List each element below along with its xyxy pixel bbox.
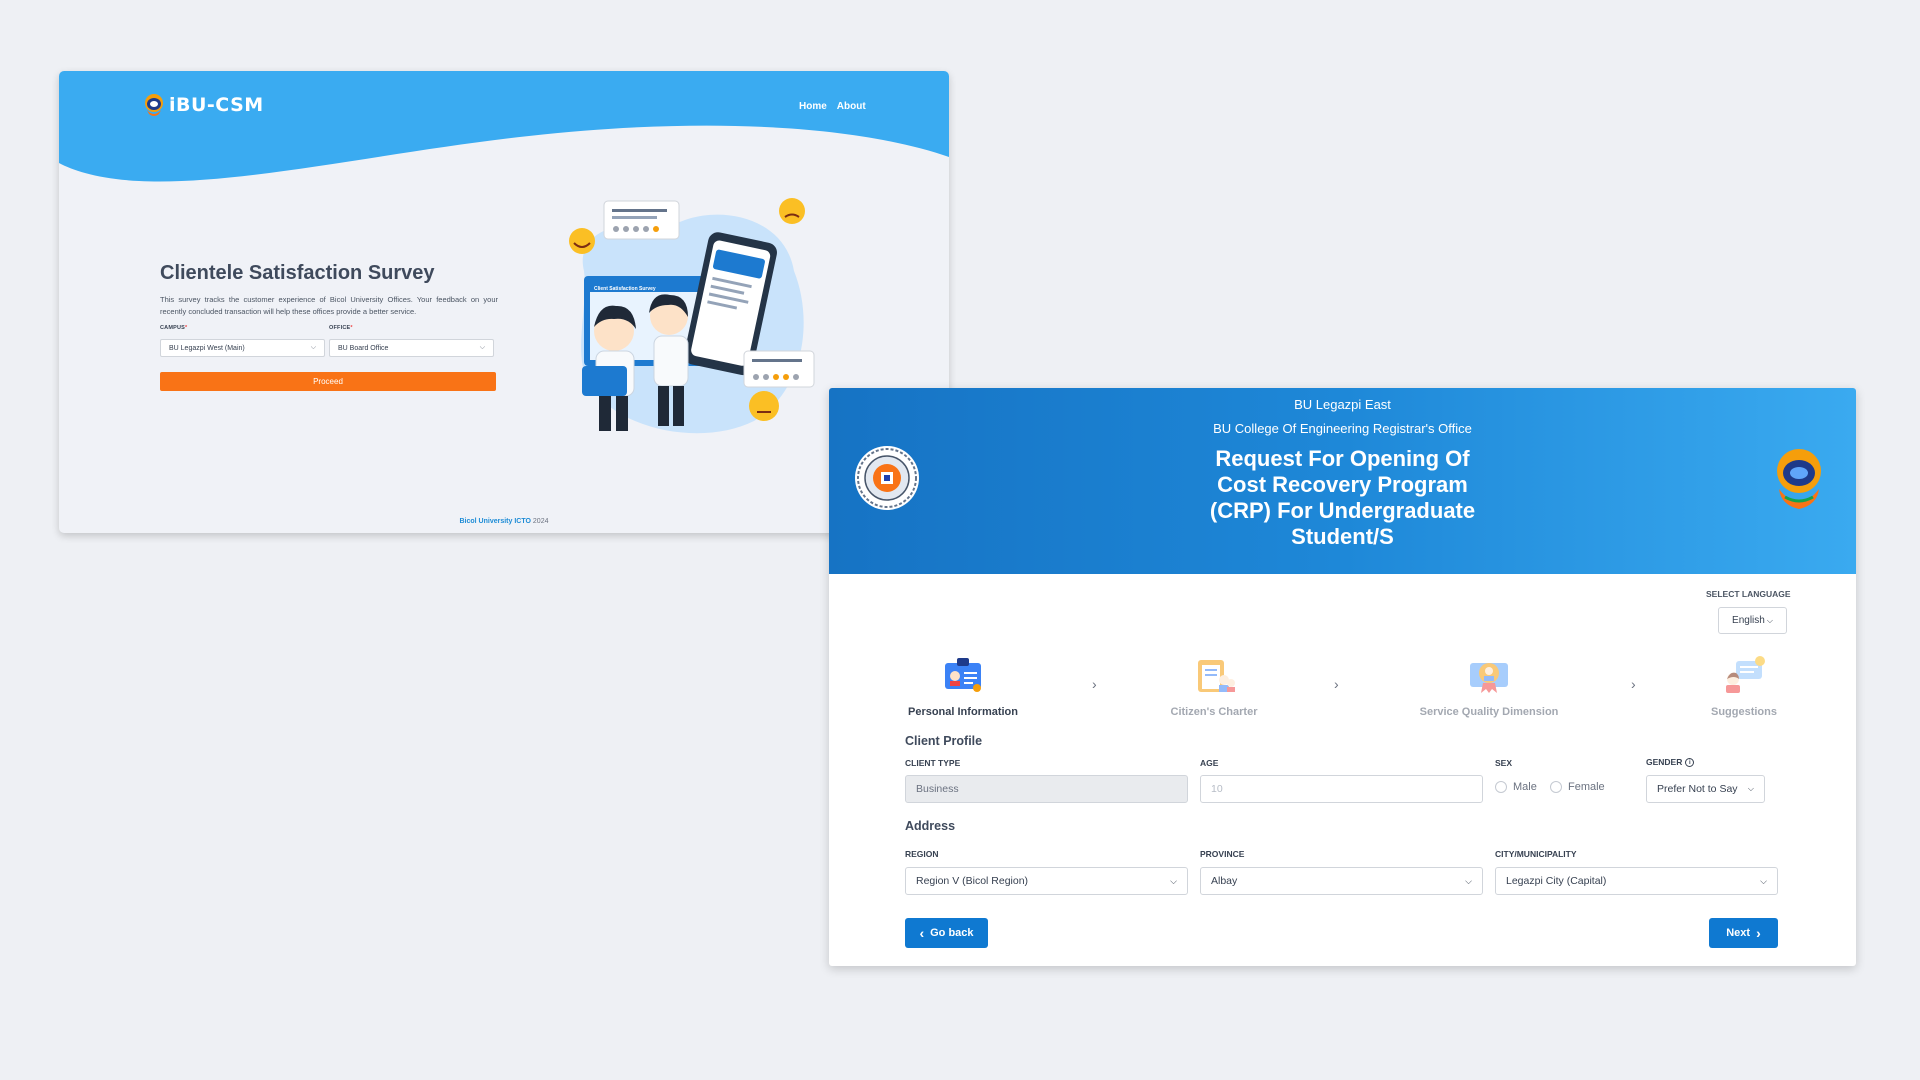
- gender-label-text: GENDER: [1646, 757, 1683, 767]
- next-label: Next: [1726, 927, 1751, 939]
- id-card-icon: [945, 658, 981, 692]
- language-value: English: [1732, 615, 1765, 626]
- chevron-right-icon: ›: [1334, 676, 1339, 692]
- mascot-logo-icon: [145, 94, 163, 116]
- age-label: AGE: [1200, 758, 1219, 768]
- logo-text: iBU-CSM: [169, 94, 264, 116]
- app-logo[interactable]: iBU-CSM: [143, 92, 264, 118]
- radio-button[interactable]: [1495, 781, 1507, 793]
- sex-option-female[interactable]: Female: [1550, 781, 1605, 793]
- campus-label: CAMPUS*: [160, 325, 187, 331]
- sex-option-male[interactable]: Male: [1495, 781, 1537, 793]
- client-type-field: Business: [905, 775, 1188, 803]
- page-description: This survey tracks the customer experien…: [160, 295, 498, 316]
- sex-label: SEX: [1495, 758, 1513, 768]
- sex-option-label: Female: [1568, 781, 1605, 793]
- city-select[interactable]: Legazpi City (Capital) ⌵: [1495, 867, 1778, 895]
- chevron-right-icon: ›: [1092, 676, 1097, 692]
- region-label: REGION: [905, 849, 939, 859]
- language-label: SELECT LANGUAGE: [1706, 589, 1791, 599]
- chevron-down-icon: ⌵: [479, 344, 485, 351]
- step-suggestions[interactable]: Suggestions: [1709, 655, 1779, 718]
- campus-name: BU Legazpi East: [1294, 397, 1391, 412]
- page-title: Clientele Satisfaction Survey: [160, 262, 435, 284]
- sex-option-label: Male: [1513, 781, 1537, 793]
- office-label: OFFICE*: [329, 325, 353, 331]
- chevron-right-icon: ›: [1631, 676, 1636, 692]
- survey-illustration: Client Satisfaction Survey: [569, 198, 815, 434]
- office-select-value: BU Board Office: [338, 344, 389, 352]
- step-label: Personal Information: [907, 706, 1019, 718]
- campus-label-text: CAMPUS: [160, 325, 186, 331]
- language-select[interactable]: English ⌵: [1718, 607, 1787, 634]
- city-value: Legazpi City (Capital): [1506, 875, 1607, 887]
- service-title: Request For Opening Of Cost Recovery Pro…: [1209, 446, 1476, 549]
- landing-page-window: iBU-CSM Home About Clientele Satisfactio…: [59, 71, 949, 533]
- campus-select-value: BU Legazpi West (Main): [169, 344, 245, 352]
- province-label: PROVINCE: [1200, 849, 1245, 859]
- service-header: BU Legazpi East BU College Of Engineerin…: [829, 388, 1856, 574]
- nav-home-link[interactable]: Home: [799, 101, 827, 112]
- next-button[interactable]: Next ›: [1709, 918, 1778, 948]
- step-service-quality-dimension[interactable]: Service Quality Dimension: [1414, 655, 1564, 718]
- step-label: Service Quality Dimension: [1419, 706, 1559, 718]
- required-mark: *: [350, 325, 353, 331]
- gender-label: GENDER i: [1646, 757, 1695, 767]
- client-type-label: CLIENT TYPE: [905, 758, 961, 768]
- chat-lightbulb-icon: [1726, 656, 1765, 693]
- chevron-right-icon: ›: [1756, 925, 1761, 941]
- office-select[interactable]: BU Board Office ⌵: [329, 339, 494, 357]
- city-label: CITY/MUNICIPALITY: [1495, 849, 1577, 859]
- mascot-logo-icon: [1777, 449, 1821, 509]
- region-select[interactable]: Region V (Bicol Region) ⌵: [905, 867, 1188, 895]
- clipboard-people-icon: [1198, 660, 1235, 692]
- award-badge-icon: [1470, 663, 1508, 693]
- chevron-down-icon: ⌵: [1465, 875, 1472, 886]
- chevron-down-icon: ⌵: [1760, 875, 1767, 886]
- nav-about-link[interactable]: About: [837, 101, 866, 112]
- step-label: Citizen's Charter: [1170, 706, 1258, 718]
- chevron-down-icon: ⌵: [1766, 615, 1773, 625]
- age-placeholder: 10: [1211, 783, 1223, 795]
- university-seal-icon: [855, 446, 919, 510]
- region-value: Region V (Bicol Region): [916, 875, 1029, 887]
- footer-year: 2024: [532, 518, 549, 525]
- page-footer: Bicol University ICTO 2024: [59, 518, 949, 525]
- step-personal-information[interactable]: Personal Information: [905, 655, 1021, 718]
- province-select[interactable]: Albay ⌵: [1200, 867, 1483, 895]
- step-citizens-charter[interactable]: Citizen's Charter: [1166, 655, 1262, 718]
- top-nav: Home About: [799, 101, 866, 112]
- proceed-button[interactable]: Proceed: [160, 372, 496, 391]
- age-input[interactable]: 10: [1200, 775, 1483, 803]
- province-value: Albay: [1211, 875, 1238, 887]
- footer-org: Bicol University ICTO: [459, 518, 531, 525]
- chevron-down-icon: ⌵: [1747, 784, 1754, 793]
- address-heading: Address: [905, 819, 956, 833]
- gender-select[interactable]: Prefer Not to Say ⌵: [1646, 775, 1765, 803]
- go-back-button[interactable]: ‹ Go back: [905, 918, 988, 948]
- illustration-screen-text: Client Satisfaction Survey: [594, 286, 656, 292]
- campus-select[interactable]: BU Legazpi West (Main) ⌵: [160, 339, 325, 357]
- gender-value: Prefer Not to Say: [1657, 783, 1738, 795]
- chevron-down-icon: ⌵: [310, 344, 316, 351]
- client-profile-heading: Client Profile: [905, 734, 983, 748]
- office-label-text: OFFICE: [329, 325, 351, 331]
- go-back-label: Go back: [930, 927, 974, 939]
- client-type-value: Business: [916, 783, 959, 795]
- radio-button[interactable]: [1550, 781, 1562, 793]
- info-icon[interactable]: i: [1685, 758, 1695, 767]
- chevron-left-icon: ‹: [919, 925, 925, 941]
- required-mark: *: [185, 325, 188, 331]
- survey-form-window: BU Legazpi East BU College Of Engineerin…: [829, 388, 1856, 966]
- chevron-down-icon: ⌵: [1170, 875, 1177, 886]
- step-label: Suggestions: [1710, 706, 1777, 718]
- office-name: BU College Of Engineering Registrar's Of…: [1213, 421, 1472, 436]
